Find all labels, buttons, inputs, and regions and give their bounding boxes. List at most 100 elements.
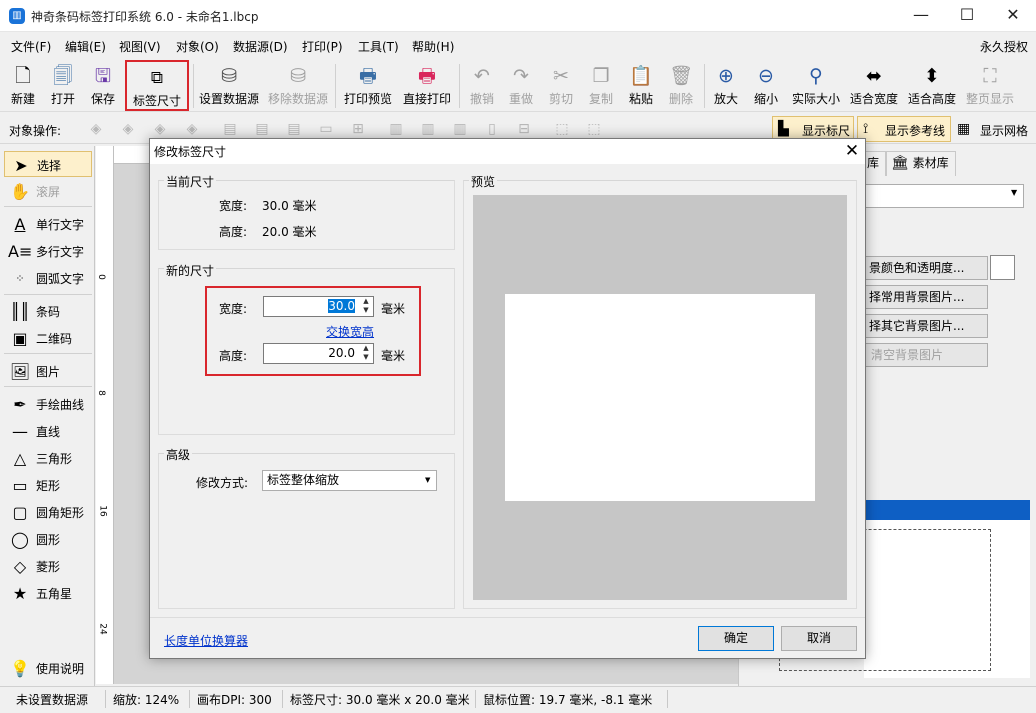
tool-image[interactable]: 🖼 图片 (4, 358, 92, 384)
tool-qrcode[interactable]: ▣ 二维码 (4, 325, 92, 351)
tool-select[interactable]: ➤ 选择 (4, 151, 92, 177)
qrcode-icon: ▣ (12, 328, 28, 348)
tool-multi-text[interactable]: A≡ 多行文字 (4, 238, 92, 264)
align-top-icon[interactable]: ▥ (388, 121, 404, 137)
show-ruler-label: 显示标尺 (802, 124, 851, 138)
full-page-button[interactable]: ⛶ 整页显示 (963, 60, 1017, 110)
distribute-h-icon[interactable]: ▭ (318, 121, 334, 137)
help-button[interactable]: 💡 使用说明 (4, 655, 92, 681)
bring-forward-icon[interactable]: ◈ (152, 121, 168, 137)
open-button[interactable]: 🗐 打开 (44, 60, 82, 110)
height-input[interactable]: 20.0 (263, 343, 374, 364)
tool-freehand[interactable]: ✒ 手绘曲线 (4, 391, 92, 417)
unit-converter-link[interactable]: 长度单位换算器 (164, 632, 248, 649)
tool-barcode[interactable]: ║║ 条码 (4, 298, 92, 324)
dialog-title: 修改标签尺寸 (154, 145, 227, 159)
tool-diamond[interactable]: ◇ 菱形 (4, 553, 92, 579)
tab-library[interactable]: 库 (864, 151, 886, 176)
align-middle-icon[interactable]: ▥ (420, 121, 436, 137)
zoom-out-button[interactable]: ⊖ 缩小 (748, 60, 784, 110)
menu-help[interactable]: 帮助(H) (412, 38, 454, 55)
maximize-button[interactable]: ☐ (944, 0, 990, 32)
modify-mode-select[interactable]: 标签整体缩放 (262, 470, 437, 491)
menu-datasource[interactable]: 数据源(D) (233, 38, 288, 55)
swap-width-height-link[interactable]: 交换宽高 (326, 323, 374, 340)
bg-color-swatch[interactable] (990, 255, 1015, 280)
common-bg-image-button[interactable]: 择常用背景图片... (860, 285, 988, 309)
ok-button[interactable]: 确定 (698, 626, 774, 651)
tool-circle[interactable]: ◯ 圆形 (4, 526, 92, 552)
menu-file[interactable]: 文件(F) (11, 38, 51, 55)
tab-assets[interactable]: 🏛 素材库 (886, 151, 956, 176)
vertical-ruler (96, 146, 114, 684)
redo-button[interactable]: ↷ 重做 (503, 60, 539, 110)
direct-print-button[interactable]: 🖶 直接打印 (400, 60, 454, 110)
height-stepper[interactable]: ▲ ▼ (359, 344, 373, 363)
align-center-icon[interactable]: ▤ (254, 121, 270, 137)
align-bottom-icon[interactable]: ▥ (452, 121, 468, 137)
status-dpi: 画布DPI: 300 (197, 693, 272, 707)
status-mouse-position: 鼠标位置: 19.7 毫米, -8.1 毫米 (483, 693, 653, 707)
remove-datasource-button[interactable]: ⛁ 移除数据源 (266, 60, 330, 110)
diamond-icon: ◇ (13, 556, 27, 576)
clear-bg-image-button[interactable]: 清空背景图片 (860, 343, 988, 367)
minimize-button[interactable]: — (898, 0, 944, 32)
ungroup-icon[interactable]: ⬚ (586, 121, 602, 137)
align-right-icon[interactable]: ▤ (286, 121, 302, 137)
fit-width-button[interactable]: ⬌ 适合宽度 (847, 60, 901, 110)
send-back-icon[interactable]: ◈ (120, 121, 136, 137)
tool-star[interactable]: ★ 五角星 (4, 580, 92, 606)
status-separator (667, 690, 668, 708)
tool-rectangle[interactable]: ▭ 矩形 (4, 472, 92, 498)
dialog-footer-divider (150, 617, 865, 618)
menu-tools[interactable]: 工具(T) (358, 38, 399, 55)
bring-front-icon[interactable]: ◈ (88, 121, 104, 137)
tool-triangle[interactable]: △ 三角形 (4, 445, 92, 471)
zoom-in-button[interactable]: ⊕ 放大 (708, 60, 744, 110)
save-button[interactable]: 🖫 保存 (84, 60, 122, 110)
print-preview-button[interactable]: 🖶 打印预览 (341, 60, 395, 110)
bg-color-button[interactable]: 景颜色和透明度... (860, 256, 988, 280)
menu-print[interactable]: 打印(P) (302, 38, 343, 55)
group-icon[interactable]: ⬚ (554, 121, 570, 137)
dialog-close-button[interactable]: ✕ (841, 140, 863, 162)
panel-dropdown[interactable] (864, 184, 1024, 208)
fit-height-button[interactable]: ⬍ 适合高度 (905, 60, 959, 110)
tool-scroll[interactable]: ✋ 滚屏 (4, 178, 92, 204)
cancel-button[interactable]: 取消 (781, 626, 857, 651)
delete-button[interactable]: 🗑 删除 (663, 60, 699, 110)
align-left-icon[interactable]: ▤ (222, 121, 238, 137)
menu-edit[interactable]: 编辑(E) (65, 38, 106, 55)
tools-separator (4, 206, 92, 207)
paste-button[interactable]: 📋 粘贴 (623, 60, 659, 110)
tool-line[interactable]: — 直线 (4, 418, 92, 444)
same-width-icon[interactable]: ⊞ (350, 121, 366, 137)
copy-button[interactable]: ❐ 复制 (583, 60, 619, 110)
tool-single-text[interactable]: A 单行文字 (4, 211, 92, 237)
actual-size-button[interactable]: ⚲ 实际大小 (789, 60, 843, 110)
width-stepper[interactable]: ▲ ▼ (359, 297, 373, 316)
grid-icon[interactable]: ▦ (957, 121, 970, 137)
tool-arc-text[interactable]: ⁘ 圆弧文字 (4, 265, 92, 291)
width-input[interactable]: 30.0 (263, 296, 374, 317)
same-height-icon[interactable]: ⊟ (516, 121, 532, 137)
menu-object[interactable]: 对象(O) (176, 38, 219, 55)
copy-icon: ❐ (592, 65, 610, 87)
menu-view[interactable]: 视图(V) (119, 38, 161, 55)
set-datasource-button[interactable]: ⛁ 设置数据源 (197, 60, 261, 110)
advanced-title: 高级 (164, 446, 193, 463)
show-grid-label[interactable]: 显示网格 (980, 122, 1028, 139)
dialog-title-bar (150, 139, 865, 164)
cut-button[interactable]: ✂ 剪切 (543, 60, 579, 110)
close-button[interactable]: ✕ (990, 0, 1036, 32)
new-button[interactable]: 🗋 新建 (4, 60, 42, 110)
distribute-v-icon[interactable]: ▯ (484, 121, 500, 137)
undo-button[interactable]: ↶ 撤销 (464, 60, 500, 110)
pen-icon: ✒ (13, 394, 27, 414)
tool-rounded-rect[interactable]: ▢ 圆角矩形 (4, 499, 92, 525)
other-bg-image-button[interactable]: 择其它背景图片... (860, 314, 988, 338)
new-width-label: 宽度: (219, 302, 248, 316)
label-size-button[interactable]: ⧉ 标签尺寸 (125, 60, 189, 111)
send-backward-icon[interactable]: ◈ (184, 121, 200, 137)
cursor-icon: ➤ (14, 155, 28, 175)
